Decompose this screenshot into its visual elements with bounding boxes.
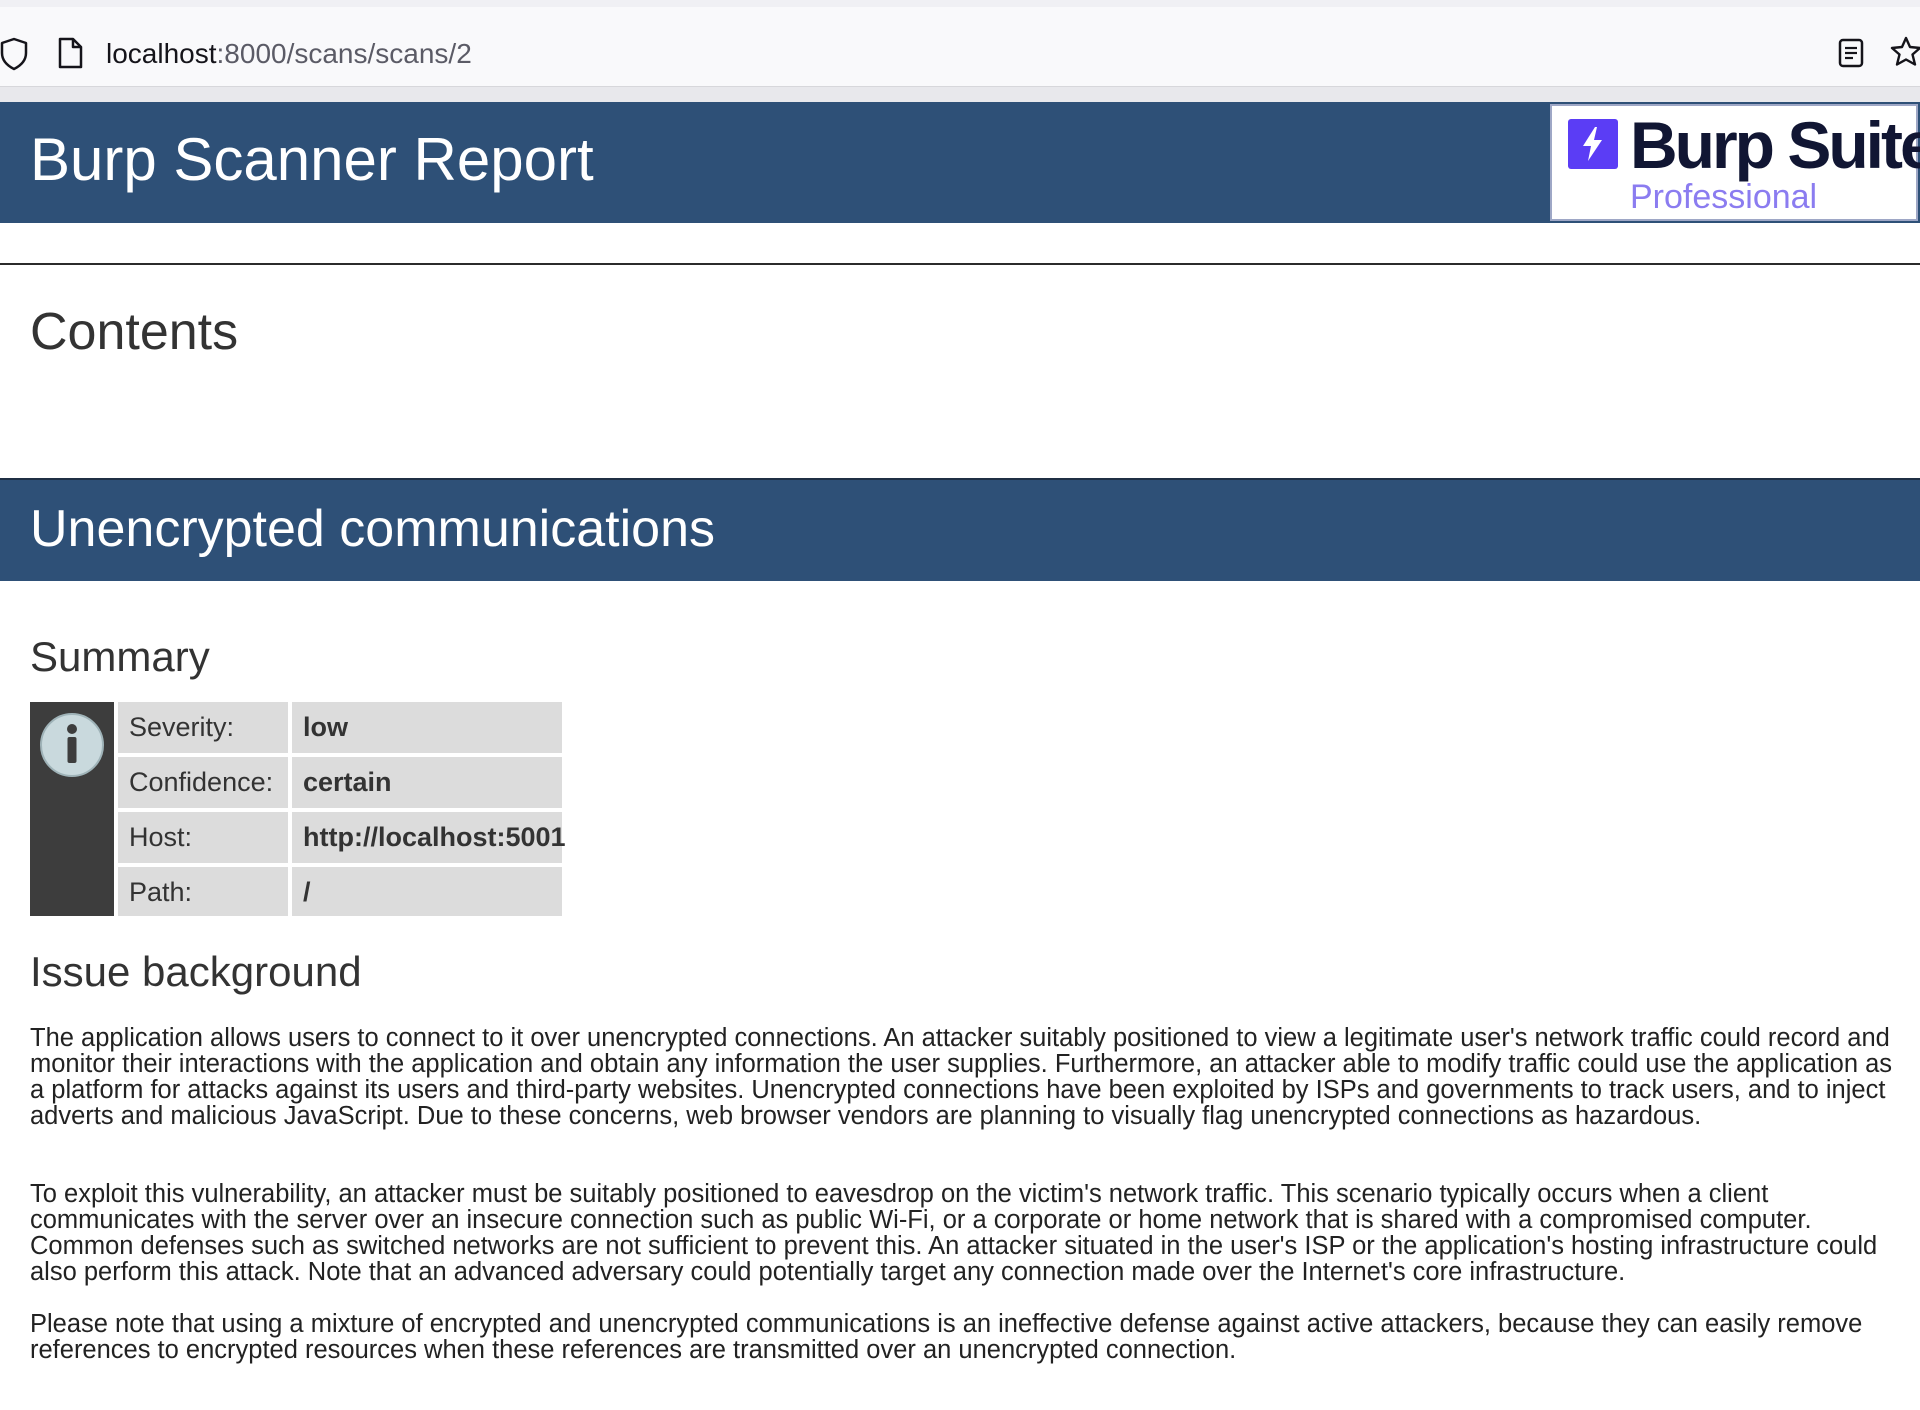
browser-top-strip — [0, 0, 1920, 7]
report-header: Burp Scanner Report Burp Suite Professio… — [0, 102, 1920, 223]
logo-edition: Professional — [1630, 178, 1818, 216]
summary-value: low — [292, 702, 562, 753]
address-bar[interactable]: localhost:8000/scans/scans/2 — [0, 7, 1920, 87]
divider — [0, 263, 1920, 265]
info-icon — [39, 712, 105, 778]
burp-suite-logo: Burp Suite Professional — [1550, 104, 1920, 221]
shield-icon[interactable] — [0, 37, 28, 71]
summary-label: Confidence: — [118, 757, 288, 808]
issue-background-paragraph: The application allows users to connect … — [30, 1024, 1893, 1130]
summary-label: Host: — [118, 812, 288, 863]
report-title: Burp Scanner Report — [30, 126, 594, 193]
url-path: :8000/scans/scans/2 — [216, 38, 472, 69]
issue-background-paragraph: Please note that using a mixture of encr… — [30, 1310, 1863, 1364]
logo-name: Burp Suite — [1630, 108, 1920, 182]
lightning-icon — [1568, 119, 1618, 169]
summary-value: certain — [292, 757, 562, 808]
severity-icon-cell — [30, 702, 114, 916]
summary-value: / — [292, 867, 562, 916]
issue-banner: Unencrypted communications — [0, 478, 1920, 581]
summary-label: Path: — [118, 867, 288, 916]
summary-label: Severity: — [118, 702, 288, 753]
issue-background-heading: Issue background — [30, 948, 362, 995]
star-icon[interactable] — [1890, 35, 1920, 69]
url-text[interactable]: localhost:8000/scans/scans/2 — [106, 36, 472, 72]
url-host: localhost — [106, 38, 217, 69]
page-icon[interactable] — [56, 37, 84, 69]
reader-view-icon[interactable] — [1838, 38, 1864, 68]
issue-title: Unencrypted communications — [30, 500, 715, 558]
issue-background-paragraph: To exploit this vulnerability, an attack… — [30, 1180, 1878, 1286]
summary-value: http://localhost:5001 — [292, 812, 566, 863]
summary-heading: Summary — [30, 633, 210, 680]
contents-heading: Contents — [30, 303, 239, 361]
toolbar-divider — [0, 87, 1920, 102]
